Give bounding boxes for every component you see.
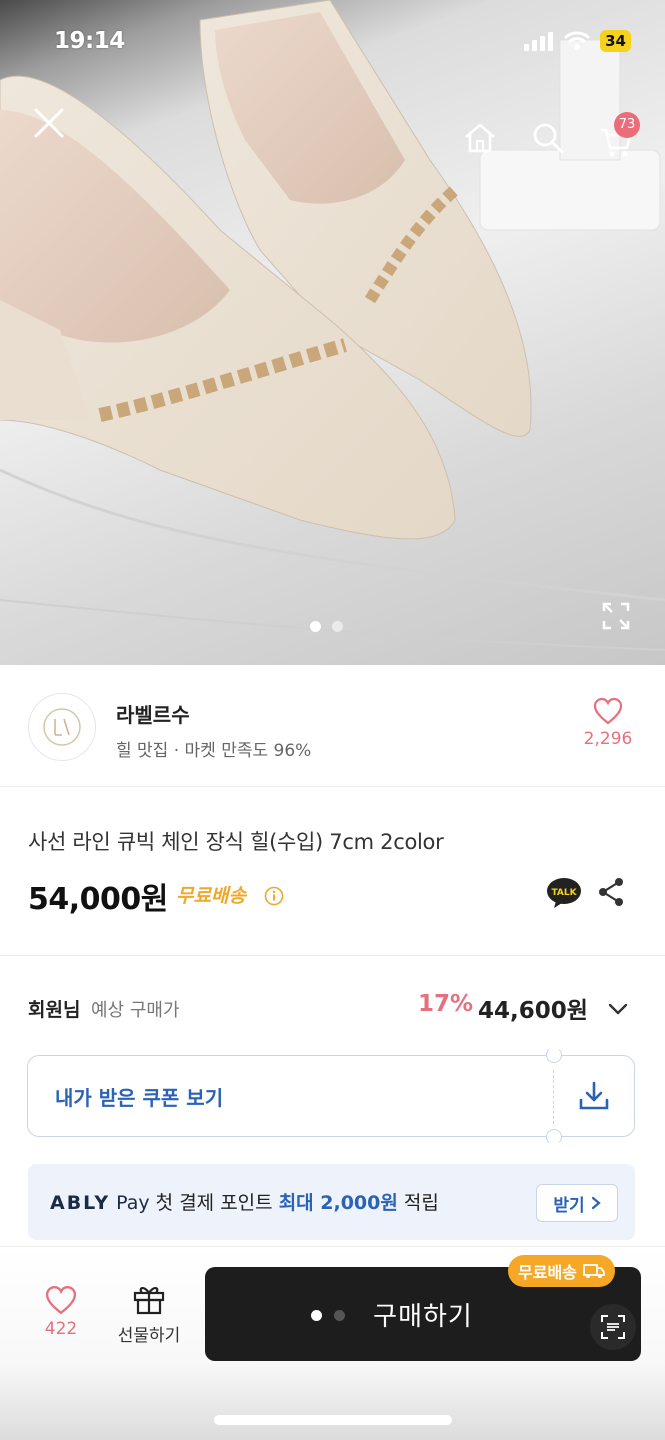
battery-indicator: 34: [600, 30, 631, 52]
seller-name[interactable]: 라벨르수: [116, 699, 190, 728]
cart-badge: 73: [614, 112, 640, 138]
home-icon: [465, 123, 495, 153]
member-price-row[interactable]: 회원님 예상 구매가 17% 44,600원: [0, 985, 665, 1031]
expand-button[interactable]: [600, 600, 632, 632]
ably-text-before: 첫 결제 포인트: [149, 1192, 279, 1214]
ably-pay-word: Pay: [116, 1192, 150, 1214]
coupon-download-button[interactable]: [576, 1078, 616, 1116]
product-price: 54,000원: [28, 882, 168, 917]
member-label: 회원님: [28, 999, 81, 1021]
home-indicator: [214, 1415, 452, 1425]
seller-like-count: 2,296: [583, 729, 633, 749]
talk-icon: TALK: [547, 878, 581, 908]
expand-icon: [602, 602, 630, 630]
coupon-divider: [553, 1070, 554, 1124]
ably-pay-text: ABLY Pay 첫 결제 포인트 최대 2,000원 적립: [50, 1188, 439, 1215]
gift-icon: [133, 1287, 165, 1315]
product-info: 사선 라인 큐빅 체인 장식 힐(수입) 7cm 2color 54,000원 …: [0, 788, 665, 956]
status-time: 19:14: [54, 28, 125, 54]
status-bar: 19:14 34: [0, 24, 665, 64]
image-pagination: [310, 621, 343, 632]
home-button[interactable]: [460, 118, 500, 158]
share-icon: [599, 878, 623, 906]
free-shipping-badge-label: 무료배송: [518, 1263, 577, 1282]
member-price: 44,600원: [478, 998, 588, 1024]
product-image[interactable]: 19:14 34 73: [0, 0, 665, 665]
ticket-notch-bottom: [546, 1129, 562, 1145]
truck-icon: [582, 1264, 605, 1278]
scan-icon: [601, 1315, 625, 1339]
seller-logo[interactable]: [28, 693, 96, 761]
search-button[interactable]: [528, 118, 568, 158]
seller-logo-icon: [43, 708, 81, 746]
ably-brand: ABLY: [50, 1192, 111, 1214]
receive-label: 받기: [553, 1195, 585, 1216]
bottom-action-bar: 422 선물하기 구매하기 무료배송: [0, 1246, 665, 1440]
shoe-photo: [0, 0, 665, 651]
svg-text:TALK: TALK: [551, 888, 577, 898]
ably-text-after: 적립: [397, 1192, 439, 1214]
receive-button[interactable]: 받기: [536, 1184, 618, 1222]
info-icon[interactable]: [264, 886, 284, 906]
member-sub-label: 예상 구매가: [91, 1000, 180, 1021]
buy-pagination: [311, 1310, 345, 1321]
ably-pay-banner[interactable]: ABLY Pay 첫 결제 포인트 최대 2,000원 적립 받기: [28, 1164, 635, 1240]
heart-icon: [593, 697, 623, 725]
ably-highlight: 최대 2,000원: [278, 1192, 398, 1214]
seller-section[interactable]: 라벨르수 힐 맛집 · 마켓 만족도 96% 2,296: [0, 665, 665, 787]
buy-dot-active: [311, 1310, 322, 1321]
close-icon: [34, 108, 64, 138]
free-shipping-label: 무료배송: [176, 885, 246, 907]
gift-label: 선물하기: [117, 1326, 181, 1346]
page-dot: [332, 621, 343, 632]
scan-button[interactable]: [590, 1304, 636, 1350]
discount-rate: 17%: [418, 991, 474, 1017]
close-button[interactable]: [26, 100, 72, 146]
search-icon: [533, 123, 564, 154]
buy-dot: [334, 1310, 345, 1321]
coupon-button[interactable]: 내가 받은 쿠폰 보기: [27, 1047, 635, 1145]
wishlist-count: 422: [44, 1319, 78, 1339]
seller-like-button[interactable]: 2,296: [572, 697, 644, 749]
share-button[interactable]: [596, 876, 628, 910]
product-title: 사선 라인 큐빅 체인 장식 힐(수입) 7cm 2color: [28, 830, 444, 854]
wishlist-button[interactable]: 422: [30, 1285, 92, 1339]
kakao-talk-button[interactable]: TALK: [546, 876, 582, 910]
wifi-icon: [564, 31, 591, 50]
free-shipping-badge: 무료배송: [508, 1255, 615, 1287]
gift-button[interactable]: 선물하기: [106, 1283, 192, 1346]
status-icons: 34: [524, 30, 631, 52]
coupon-label: 내가 받은 쿠폰 보기: [55, 1086, 224, 1110]
buy-label: 구매하기: [373, 1301, 473, 1332]
chevron-down-icon[interactable]: [606, 997, 630, 1021]
download-icon: [579, 1081, 609, 1110]
chevron-right-icon: [591, 1196, 601, 1210]
heart-icon: [45, 1286, 77, 1315]
seller-subtitle: 힐 맛집 · 마켓 만족도 96%: [116, 741, 312, 761]
page-dot-active: [310, 621, 321, 632]
ticket-notch-top: [546, 1047, 562, 1063]
signal-icon: [524, 32, 554, 51]
